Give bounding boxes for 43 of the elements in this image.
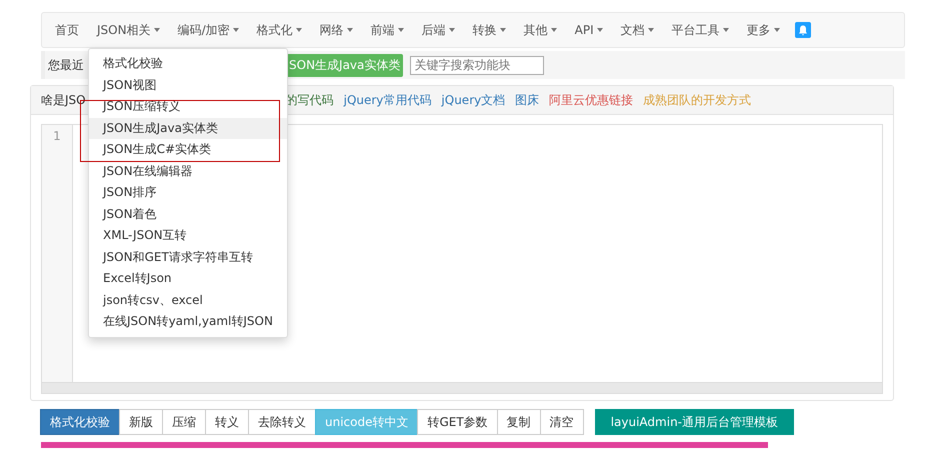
toolbar-button[interactable]: 转GET参数 xyxy=(417,409,498,435)
toolbar-button[interactable]: 新版 xyxy=(119,409,163,435)
menu-item[interactable]: JSON着色 xyxy=(89,204,287,225)
template-link-button[interactable]: layuiAdmin-通用后台管理模板 xyxy=(594,409,794,435)
toolbar-button[interactable]: 去除转义 xyxy=(248,409,316,435)
nav-item[interactable]: 更多 xyxy=(738,13,789,47)
nav-item[interactable]: 转换 xyxy=(464,13,515,47)
toolbar-button[interactable]: 复制 xyxy=(496,409,541,435)
menu-item[interactable]: 在线JSON转yaml,yaml转JSON xyxy=(89,311,287,332)
nav-item[interactable]: 后端 xyxy=(412,13,464,47)
menu-item[interactable]: JSON在线编辑器 xyxy=(89,160,287,182)
menu-item[interactable]: JSON和GET请求字符串互转 xyxy=(89,246,287,268)
menu-item[interactable]: 格式化校验 xyxy=(89,53,287,74)
nav-item[interactable]: 网络 xyxy=(310,13,362,47)
link[interactable]: jQuery文档 xyxy=(441,92,506,108)
nav-item[interactable]: API xyxy=(566,13,612,47)
nav-item[interactable]: 首页 xyxy=(46,13,88,47)
menu-item[interactable]: Excel转Json xyxy=(89,268,287,290)
nav-item[interactable]: 平台工具 xyxy=(662,13,738,47)
recent-label: 您最近 xyxy=(48,56,85,74)
nav-item[interactable]: 文档 xyxy=(612,13,663,47)
menu-item[interactable]: JSON生成C#实体类 xyxy=(89,139,287,160)
intro-text: 啥是JSO xyxy=(41,92,86,108)
menu-item[interactable]: JSON生成Java实体类 xyxy=(89,118,287,139)
link[interactable]: 图床 xyxy=(515,92,540,108)
menu-item[interactable]: JSON排序 xyxy=(89,182,287,204)
menu-item[interactable]: JSON压缩转义 xyxy=(89,96,287,118)
nav-item[interactable]: 前端 xyxy=(362,13,413,47)
toolbar-button[interactable]: 转义 xyxy=(205,409,249,435)
toolbar-button[interactable]: 压缩 xyxy=(162,409,206,435)
nav-item[interactable]: 编码/加密 xyxy=(168,13,248,47)
link[interactable]: jQuery常用代码 xyxy=(344,92,432,108)
nav-item[interactable]: JSON相关 xyxy=(88,13,169,47)
toolbar-button[interactable]: 清空 xyxy=(540,409,584,435)
line-number: 1 xyxy=(53,129,61,143)
menu-item[interactable]: XML-JSON互转 xyxy=(89,225,287,246)
search-field[interactable]: 关键字搜索功能块 xyxy=(410,56,544,74)
menu-item[interactable]: JSON视图 xyxy=(89,74,287,96)
nav-item[interactable]: 格式化 xyxy=(248,13,311,47)
nav-item[interactable]: 其他 xyxy=(514,13,566,47)
link[interactable]: 阿里云优惠链接 xyxy=(549,92,634,108)
toolbar-button[interactable]: 格式化校验 xyxy=(40,409,120,435)
menu-item[interactable]: json转csv、excel xyxy=(89,290,287,311)
